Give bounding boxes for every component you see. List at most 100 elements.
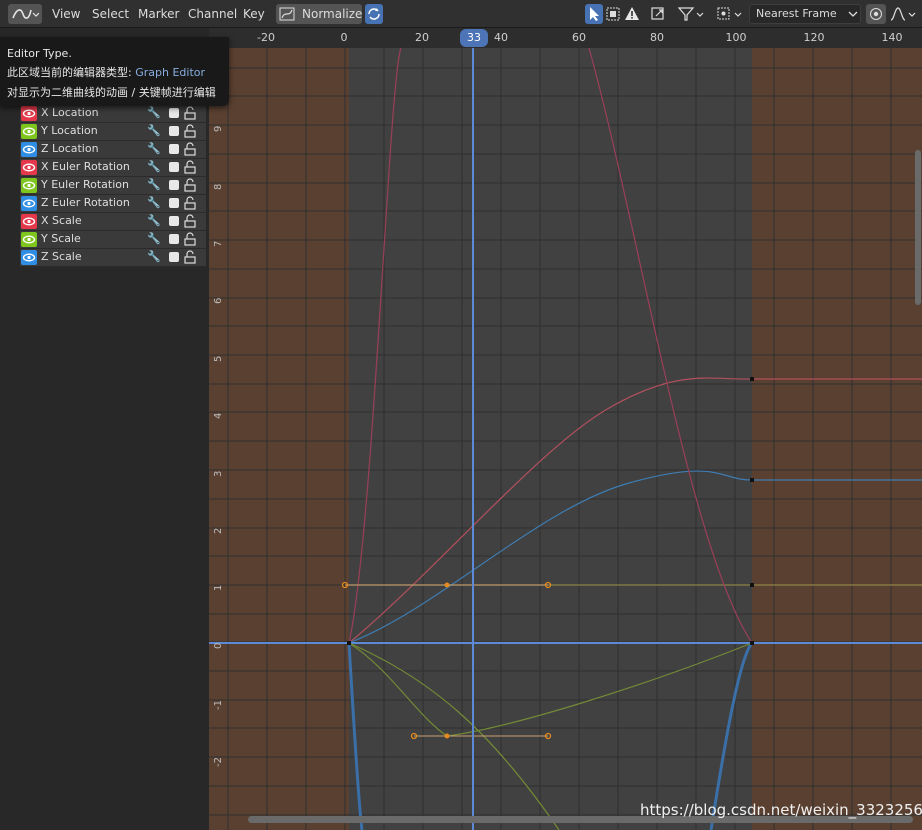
- channel-checkbox[interactable]: [169, 180, 179, 190]
- eye-icon[interactable]: [21, 250, 37, 265]
- channel-row-y-scale[interactable]: Y Scale 🔧: [20, 231, 206, 249]
- normalize-toggle[interactable]: Normalize: [276, 4, 362, 24]
- frame-tick-label: 100: [725, 31, 747, 44]
- eye-icon[interactable]: [21, 178, 37, 193]
- channel-checkbox[interactable]: [169, 162, 179, 172]
- falloff-dropdown[interactable]: [888, 4, 918, 24]
- frame-tick-label: 60: [572, 31, 586, 44]
- tooltip-description: 此区域当前的编辑器类型: Graph Editor: [7, 64, 205, 80]
- frame-selected-icon: [651, 7, 664, 20]
- menu-select[interactable]: Select: [92, 4, 129, 24]
- channel-checkbox[interactable]: [169, 216, 179, 226]
- channel-row-z-euler-rotation[interactable]: Z Euler Rotation 🔧: [20, 195, 206, 213]
- frame-tick-label: 80: [650, 31, 664, 44]
- eye-icon[interactable]: [21, 124, 37, 139]
- box-select-button[interactable]: [604, 4, 622, 24]
- keyframe-end[interactable]: [750, 641, 754, 645]
- preview-range-left: [209, 28, 349, 830]
- channel-row-y-euler-rotation[interactable]: Y Euler Rotation 🔧: [20, 177, 206, 195]
- channel-checkbox[interactable]: [169, 234, 179, 244]
- channel-label: Y Location: [41, 124, 98, 137]
- tooltip-title: Editor Type.: [7, 47, 72, 60]
- wrench-icon[interactable]: 🔧: [147, 124, 161, 137]
- keyframe-end[interactable]: [750, 377, 754, 381]
- channel-row-z-location[interactable]: Z Location 🔧: [20, 141, 206, 159]
- wrench-icon[interactable]: 🔧: [147, 178, 161, 191]
- frame-tick-label: 0: [340, 31, 348, 44]
- wrench-icon[interactable]: 🔧: [147, 106, 161, 119]
- pivot-dropdown[interactable]: [714, 4, 744, 24]
- warning-icon: [625, 7, 639, 20]
- wrench-icon[interactable]: 🔧: [147, 250, 161, 263]
- y-tick-label: -2: [213, 757, 224, 767]
- channel-checkbox[interactable]: [169, 198, 179, 208]
- unlock-icon[interactable]: [183, 214, 197, 228]
- menu-view[interactable]: View: [52, 4, 80, 24]
- eye-icon[interactable]: [21, 214, 37, 229]
- unlock-icon[interactable]: [183, 196, 197, 210]
- channel-checkbox[interactable]: [169, 126, 179, 136]
- keyframe-end[interactable]: [750, 478, 754, 482]
- wrench-icon[interactable]: 🔧: [147, 142, 161, 155]
- y-tick-label: 5: [213, 355, 224, 362]
- y-tick-label: 9: [213, 125, 224, 132]
- graph-editor-header: View Select Marker Channel Key Normalize…: [0, 0, 922, 28]
- channel-checkbox[interactable]: [169, 252, 179, 262]
- channel-row-z-scale[interactable]: Z Scale 🔧: [20, 249, 206, 267]
- channel-label: Z Scale: [41, 250, 82, 263]
- unlock-icon[interactable]: [183, 124, 197, 138]
- frame-tick-label: 120: [803, 31, 825, 44]
- channel-row-x-location[interactable]: X Location 🔧: [20, 105, 206, 123]
- wrench-icon[interactable]: 🔧: [147, 160, 161, 173]
- proportional-edit-icon: [870, 8, 882, 20]
- menu-key[interactable]: Key: [243, 4, 265, 24]
- keyframe-point[interactable]: [444, 582, 450, 588]
- tooltip-detail: 对显示为二维曲线的动画 / 关键帧进行编辑: [7, 86, 216, 99]
- eye-icon[interactable]: [21, 196, 37, 211]
- filter-dropdown[interactable]: [676, 4, 706, 24]
- wrench-icon[interactable]: 🔧: [147, 196, 161, 209]
- menu-channel[interactable]: Channel: [188, 4, 237, 24]
- eye-icon[interactable]: [21, 160, 37, 175]
- vertical-scrollbar[interactable]: [915, 150, 921, 305]
- keyframe-point[interactable]: [444, 733, 450, 739]
- channel-row-x-scale[interactable]: X Scale 🔧: [20, 213, 206, 231]
- pivot-point-icon: [717, 7, 742, 20]
- unlock-icon[interactable]: [183, 178, 197, 192]
- box-select-icon: [606, 7, 620, 21]
- wrench-icon[interactable]: 🔧: [147, 232, 161, 245]
- unlock-icon[interactable]: [183, 106, 197, 120]
- graph-editor-icon: [12, 9, 39, 19]
- unlock-icon[interactable]: [183, 250, 197, 264]
- keyframe-end[interactable]: [750, 583, 754, 587]
- unlock-icon[interactable]: [183, 160, 197, 174]
- unlock-icon[interactable]: [183, 232, 197, 246]
- channel-row-x-euler-rotation[interactable]: X Euler Rotation 🔧: [20, 159, 206, 177]
- wrench-icon[interactable]: 🔧: [147, 214, 161, 227]
- warning-button[interactable]: [623, 4, 641, 24]
- channel-region: X Location 🔧 Y Location 🔧 Z Location 🔧 X…: [0, 28, 209, 830]
- frame-ruler[interactable]: -20 0 20 40 60 80 100 120 140 33: [209, 28, 922, 48]
- tooltip-prefix: 此区域当前的编辑器类型:: [7, 66, 132, 79]
- proportional-edit-button[interactable]: [866, 4, 886, 24]
- view-settings-button[interactable]: [648, 4, 668, 24]
- snap-mode-dropdown[interactable]: Nearest Frame: [749, 4, 861, 24]
- unlock-icon[interactable]: [183, 142, 197, 156]
- channel-row-y-location[interactable]: Y Location 🔧: [20, 123, 206, 141]
- current-frame-badge[interactable]: 33: [460, 29, 488, 47]
- eye-icon[interactable]: [21, 106, 37, 121]
- menu-marker[interactable]: Marker: [138, 4, 179, 24]
- channel-checkbox[interactable]: [169, 144, 179, 154]
- y-tick-label: 8: [213, 183, 224, 190]
- channel-label: X Location: [41, 106, 99, 119]
- keyframe-start[interactable]: [347, 641, 351, 645]
- channel-checkbox[interactable]: [169, 108, 179, 118]
- eye-icon[interactable]: [21, 232, 37, 247]
- eye-icon[interactable]: [21, 142, 37, 157]
- watermark-text: https://blog.csdn.net/weixin_33232568: [640, 801, 922, 819]
- select-tool-button[interactable]: [585, 4, 603, 24]
- frame-tick-label: 140: [881, 31, 903, 44]
- auto-normalize-button[interactable]: [365, 4, 383, 24]
- editor-type-button[interactable]: [8, 4, 42, 24]
- graph-canvas[interactable]: [209, 28, 922, 830]
